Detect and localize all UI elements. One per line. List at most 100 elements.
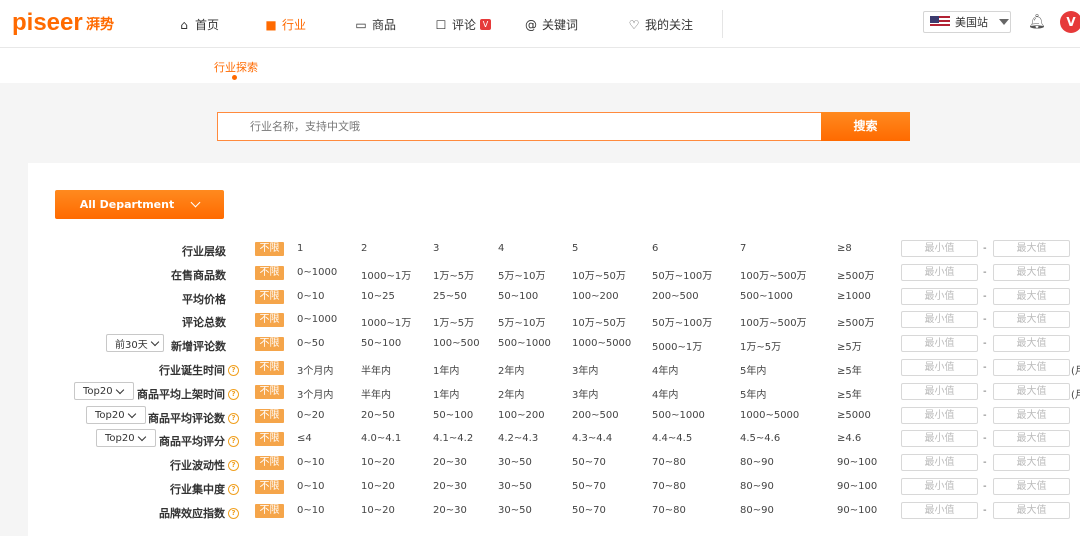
max-value-input[interactable]: 最大值 xyxy=(993,502,1070,519)
filter-option[interactable]: 3个月内 xyxy=(297,386,333,401)
help-icon[interactable]: ? xyxy=(228,388,239,400)
filter-option[interactable]: 0~1000 xyxy=(297,267,337,278)
filter-option[interactable]: 100万~500万 xyxy=(740,314,807,329)
unlimited-tag[interactable]: 不限 xyxy=(255,313,284,327)
nav-item-0[interactable]: ⌂ 首页 xyxy=(177,16,219,33)
brand-logo[interactable]: piseer xyxy=(12,10,83,36)
filter-option[interactable]: 1年内 xyxy=(433,362,459,377)
filter-option[interactable]: 4.5~4.6 xyxy=(740,433,780,444)
help-icon[interactable]: ? xyxy=(228,459,239,471)
filter-option[interactable]: 80~90 xyxy=(740,481,774,492)
filter-option[interactable]: 5年内 xyxy=(740,386,766,401)
filter-option[interactable]: 半年内 xyxy=(361,386,391,401)
nav-item-4[interactable]: @ 关键词 xyxy=(524,16,578,33)
filter-option[interactable]: 4.4~4.5 xyxy=(652,433,692,444)
period-select[interactable]: Top20 xyxy=(74,382,134,400)
filter-option[interactable]: 25~50 xyxy=(433,291,467,302)
filter-option[interactable]: 30~50 xyxy=(498,481,532,492)
max-value-input[interactable]: 最大值 xyxy=(993,430,1070,447)
period-select[interactable]: Top20 xyxy=(96,429,156,447)
filter-option[interactable]: 70~80 xyxy=(652,481,686,492)
max-value-input[interactable]: 最大值 xyxy=(993,383,1070,400)
filter-option[interactable]: 1万~5万 xyxy=(433,267,474,282)
unlimited-tag[interactable]: 不限 xyxy=(255,242,284,256)
filter-option[interactable]: 1 xyxy=(297,243,303,254)
filter-option[interactable]: 0~10 xyxy=(297,291,324,302)
filter-option[interactable]: 70~80 xyxy=(652,505,686,516)
bell-icon[interactable]: 🔔︎ xyxy=(1028,14,1046,30)
filter-option[interactable]: 半年内 xyxy=(361,362,391,377)
filter-option[interactable]: 1000~5000 xyxy=(572,338,631,349)
filter-option[interactable]: 90~100 xyxy=(837,481,877,492)
unlimited-tag[interactable]: 不限 xyxy=(255,409,284,423)
filter-option[interactable]: 50万~100万 xyxy=(652,267,712,282)
filter-option[interactable]: 20~50 xyxy=(361,410,395,421)
filter-option[interactable]: 4 xyxy=(498,243,504,254)
unlimited-tag[interactable]: 不限 xyxy=(255,361,284,375)
unlimited-tag[interactable]: 不限 xyxy=(255,456,284,470)
help-icon[interactable]: ? xyxy=(228,435,239,447)
filter-option[interactable]: ≤4 xyxy=(297,433,312,444)
filter-option[interactable]: 10~20 xyxy=(361,505,395,516)
period-select[interactable]: 前30天 xyxy=(106,334,164,352)
unlimited-tag[interactable]: 不限 xyxy=(255,385,284,399)
unlimited-tag[interactable]: 不限 xyxy=(255,432,284,446)
search-button[interactable]: 搜索 xyxy=(821,112,910,141)
filter-option[interactable]: 50~100 xyxy=(433,410,473,421)
filter-option[interactable]: 20~30 xyxy=(433,505,467,516)
filter-option[interactable]: 6 xyxy=(652,243,658,254)
max-value-input[interactable]: 最大值 xyxy=(993,311,1070,328)
filter-option[interactable]: ≥5年 xyxy=(837,386,862,401)
department-dropdown[interactable]: All Department xyxy=(55,190,224,219)
filter-option[interactable]: ≥500万 xyxy=(837,267,874,282)
filter-option[interactable]: 10~20 xyxy=(361,457,395,468)
filter-option[interactable]: 10万~50万 xyxy=(572,314,626,329)
filter-option[interactable]: ≥5000 xyxy=(837,410,871,421)
unlimited-tag[interactable]: 不限 xyxy=(255,337,284,351)
min-value-input[interactable]: 最小值 xyxy=(901,264,978,281)
filter-option[interactable]: 4.1~4.2 xyxy=(433,433,473,444)
filter-option[interactable]: 20~30 xyxy=(433,457,467,468)
min-value-input[interactable]: 最小值 xyxy=(901,288,978,305)
filter-option[interactable]: 5 xyxy=(572,243,578,254)
filter-option[interactable]: 0~1000 xyxy=(297,314,337,325)
help-icon[interactable]: ? xyxy=(228,364,239,376)
filter-option[interactable]: 100~200 xyxy=(572,291,619,302)
filter-option[interactable]: 3年内 xyxy=(572,362,598,377)
period-select[interactable]: Top20 xyxy=(86,406,146,424)
max-value-input[interactable]: 最大值 xyxy=(993,407,1070,424)
filter-option[interactable]: 0~20 xyxy=(297,410,324,421)
unlimited-tag[interactable]: 不限 xyxy=(255,504,284,518)
site-select[interactable]: 美国站 xyxy=(923,11,1011,33)
filter-option[interactable]: 1万~5万 xyxy=(740,338,781,353)
min-value-input[interactable]: 最小值 xyxy=(901,430,978,447)
min-value-input[interactable]: 最小值 xyxy=(901,383,978,400)
filter-option[interactable]: 1000~1万 xyxy=(361,314,411,329)
filter-option[interactable]: ≥5年 xyxy=(837,362,862,377)
unlimited-tag[interactable]: 不限 xyxy=(255,290,284,304)
filter-option[interactable]: 4.2~4.3 xyxy=(498,433,538,444)
filter-option[interactable]: 50~70 xyxy=(572,457,606,468)
filter-option[interactable]: 200~500 xyxy=(652,291,699,302)
search-input[interactable] xyxy=(218,113,821,140)
nav-item-3[interactable]: ☐ 评论 V xyxy=(434,16,492,33)
tab-industry-explore[interactable]: 行业探索 xyxy=(214,59,258,75)
filter-option[interactable]: 500~1000 xyxy=(740,291,793,302)
filter-option[interactable]: 90~100 xyxy=(837,505,877,516)
filter-option[interactable]: 10~20 xyxy=(361,481,395,492)
filter-option[interactable]: 0~10 xyxy=(297,505,324,516)
min-value-input[interactable]: 最小值 xyxy=(901,502,978,519)
filter-option[interactable]: 100~200 xyxy=(498,410,545,421)
filter-option[interactable]: 20~30 xyxy=(433,481,467,492)
filter-option[interactable]: 4年内 xyxy=(652,386,678,401)
filter-option[interactable]: 4.3~4.4 xyxy=(572,433,612,444)
filter-option[interactable]: 50~70 xyxy=(572,505,606,516)
filter-option[interactable]: ≥5万 xyxy=(837,338,862,353)
filter-option[interactable]: 70~80 xyxy=(652,457,686,468)
help-icon[interactable]: ? xyxy=(228,412,239,424)
unlimited-tag[interactable]: 不限 xyxy=(255,480,284,494)
min-value-input[interactable]: 最小值 xyxy=(901,407,978,424)
filter-option[interactable]: 10~25 xyxy=(361,291,395,302)
filter-option[interactable]: 1000~5000 xyxy=(740,410,799,421)
filter-option[interactable]: 3年内 xyxy=(572,386,598,401)
